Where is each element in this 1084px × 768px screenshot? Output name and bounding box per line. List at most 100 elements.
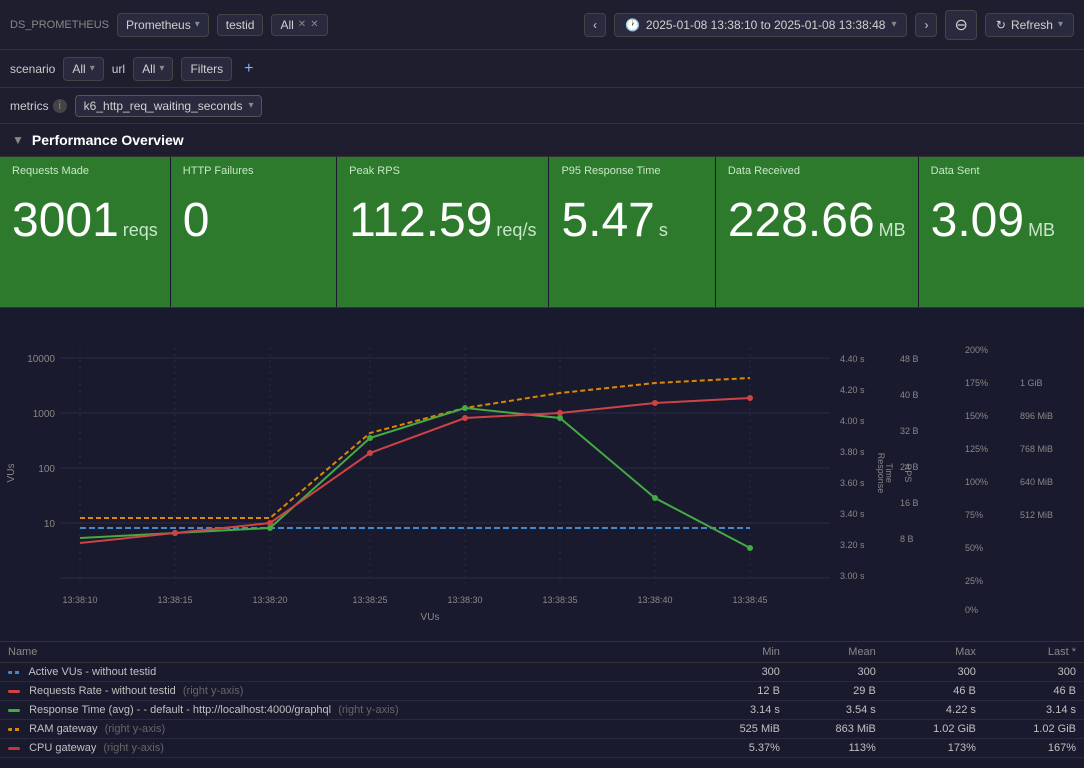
stat-card-4: Data Received 228.66 MB: [716, 157, 919, 307]
stat-unit: MB: [1028, 220, 1055, 241]
filters-button[interactable]: Filters: [181, 57, 232, 81]
legend-table: Name Min Mean Max Last * Active VUs - wi…: [0, 642, 1084, 758]
legend-name: Active VUs - without testid: [0, 663, 692, 682]
metrics-dropdown[interactable]: k6_http_req_waiting_seconds ▾: [75, 95, 263, 117]
chevron-down-icon: ▾: [195, 19, 200, 30]
legend-min: 300: [692, 663, 788, 682]
svg-text:3.20 s: 3.20 s: [840, 540, 865, 550]
svg-text:10000: 10000: [27, 354, 55, 365]
svg-text:50%: 50%: [965, 543, 983, 553]
svg-text:175%: 175%: [965, 378, 988, 388]
legend-max: 4.22 s: [884, 701, 984, 720]
close-icon-2[interactable]: ✕: [310, 19, 318, 30]
table-row: RAM gateway (right y-axis) 525 MiB 863 M…: [0, 720, 1084, 739]
clock-icon: 🕐: [625, 18, 640, 32]
table-row: Requests Rate - without testid (right y-…: [0, 682, 1084, 701]
stat-card-value: 112.59 req/s: [349, 197, 536, 245]
col-name: Name: [0, 642, 692, 663]
time-range-display[interactable]: 🕐 2025-01-08 13:38:10 to 2025-01-08 13:3…: [614, 13, 908, 37]
url-dropdown[interactable]: All ▾: [133, 57, 173, 81]
stat-number: 5.47: [561, 197, 654, 245]
stat-card-title: Requests Made: [12, 165, 158, 177]
legend-min: 5.37%: [692, 739, 788, 758]
section-header: ▼ Performance Overview: [0, 124, 1084, 157]
stat-card-title: Data Sent: [931, 165, 1072, 177]
table-row: Active VUs - without testid 300 300 300 …: [0, 663, 1084, 682]
legend-mean: 29 B: [788, 682, 884, 701]
svg-text:8 B: 8 B: [900, 534, 914, 544]
svg-text:4.00 s: 4.00 s: [840, 416, 865, 426]
legend-min: 3.14 s: [692, 701, 788, 720]
svg-text:VUs: VUs: [421, 612, 440, 623]
legend-name: CPU gateway (right y-axis): [0, 739, 692, 758]
stat-unit: MB: [879, 220, 906, 241]
legend-header: Name Min Mean Max Last *: [0, 642, 1084, 663]
zoom-out-button[interactable]: ⊖: [945, 10, 976, 40]
add-filter-button[interactable]: +: [240, 58, 257, 80]
svg-text:13:38:20: 13:38:20: [252, 595, 287, 605]
chevron-down-icon: ▾: [90, 63, 95, 74]
time-nav-next[interactable]: ›: [915, 13, 937, 37]
refresh-button[interactable]: ↻ Refresh ▾: [985, 13, 1074, 37]
svg-text:13:38:35: 13:38:35: [542, 595, 577, 605]
svg-text:25%: 25%: [965, 576, 983, 586]
stat-card-value: 3001 reqs: [12, 197, 158, 245]
legend-mean: 3.54 s: [788, 701, 884, 720]
svg-text:1 GiB: 1 GiB: [1020, 378, 1043, 388]
svg-text:24 B: 24 B: [900, 462, 919, 472]
legend-color: [8, 690, 20, 693]
legend-color: [8, 747, 20, 750]
svg-text:48 B: 48 B: [900, 354, 919, 364]
stat-card-3: P95 Response Time 5.47 s: [549, 157, 715, 307]
legend-container: Name Min Mean Max Last * Active VUs - wi…: [0, 641, 1084, 758]
svg-text:13:38:10: 13:38:10: [62, 595, 97, 605]
stat-cards-container: Requests Made 3001 reqs HTTP Failures 0 …: [0, 157, 1084, 308]
legend-last: 300: [984, 663, 1084, 682]
time-nav-prev[interactable]: ‹: [584, 13, 606, 37]
stat-card-title: Peak RPS: [349, 165, 536, 177]
legend-color: [8, 728, 20, 731]
datasource-dropdown[interactable]: Prometheus ▾: [117, 13, 209, 37]
svg-text:768 MiB: 768 MiB: [1020, 444, 1053, 454]
stat-card-value: 5.47 s: [561, 197, 702, 245]
svg-text:3.00 s: 3.00 s: [840, 571, 865, 581]
legend-last: 3.14 s: [984, 701, 1084, 720]
svg-text:125%: 125%: [965, 444, 988, 454]
stat-card-value: 228.66 MB: [728, 197, 906, 245]
close-icon[interactable]: ✕: [298, 19, 306, 30]
metrics-toolbar: metrics i k6_http_req_waiting_seconds ▾: [0, 88, 1084, 124]
svg-text:Time: Time: [884, 463, 894, 483]
stat-card-title: HTTP Failures: [183, 165, 324, 177]
legend-max: 46 B: [884, 682, 984, 701]
filter-toolbar: scenario All ▾ url All ▾ Filters +: [0, 50, 1084, 88]
svg-text:3.40 s: 3.40 s: [840, 509, 865, 519]
svg-text:VUs: VUs: [6, 464, 17, 483]
stat-unit: reqs: [123, 220, 158, 241]
svg-text:0%: 0%: [965, 605, 978, 615]
stat-card-5: Data Sent 3.09 MB: [919, 157, 1084, 307]
legend-mean: 863 MiB: [788, 720, 884, 739]
svg-text:75%: 75%: [965, 510, 983, 520]
stat-card-value: 0: [183, 197, 324, 245]
svg-text:200%: 200%: [965, 345, 988, 355]
scenario-dropdown[interactable]: All ▾: [63, 57, 103, 81]
legend-last: 46 B: [984, 682, 1084, 701]
table-row: Response Time (avg) - - default - http:/…: [0, 701, 1084, 720]
legend-mean: 113%: [788, 739, 884, 758]
svg-text:40 B: 40 B: [900, 390, 919, 400]
time-range-chevron: ▾: [891, 19, 896, 30]
url-label: url: [112, 62, 125, 76]
stat-card-1: HTTP Failures 0: [171, 157, 337, 307]
svg-text:4.20 s: 4.20 s: [840, 385, 865, 395]
refresh-chevron: ▾: [1058, 19, 1063, 30]
legend-last: 1.02 GiB: [984, 720, 1084, 739]
top-toolbar: DS_PROMETHEUS Prometheus ▾ testid All ✕ …: [0, 0, 1084, 50]
legend-min: 12 B: [692, 682, 788, 701]
svg-text:32 B: 32 B: [900, 426, 919, 436]
section-title: Performance Overview: [32, 132, 184, 148]
section-chevron[interactable]: ▼: [12, 133, 24, 147]
svg-text:3.60 s: 3.60 s: [840, 478, 865, 488]
legend-name: RAM gateway (right y-axis): [0, 720, 692, 739]
stat-card-value: 3.09 MB: [931, 197, 1072, 245]
legend-min: 525 MiB: [692, 720, 788, 739]
